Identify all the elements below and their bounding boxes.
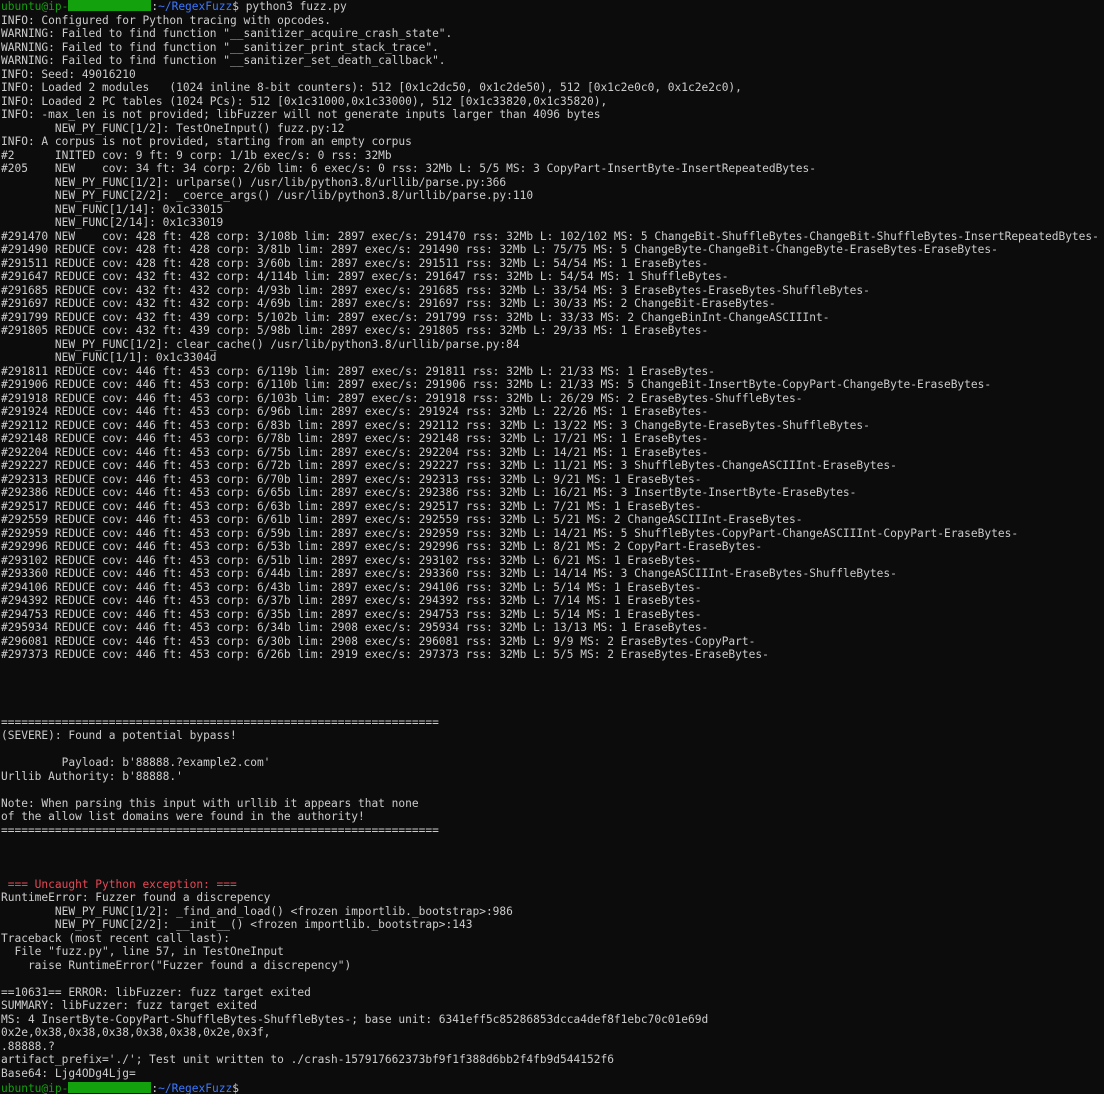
output-line: NEW_PY_FUNC[2/2]: __init__() <frozen imp…	[1, 918, 473, 931]
output-line: #292313 REDUCE cov: 446 ft: 453 corp: 6/…	[1, 472, 702, 486]
redacted-hostname	[68, 1082, 152, 1093]
output-line: WARNING: Failed to find function "__sani…	[1, 54, 446, 67]
output-line: ==10631== ERROR: libFuzzer: fuzz target …	[1, 985, 311, 999]
prompt-path: ~/RegexFuzz	[158, 0, 233, 13]
output-line: 0x2e,0x38,0x38,0x38,0x38,0x38,0x2e,0x3f,	[1, 1026, 271, 1039]
output-line: raise RuntimeError("Fuzzer found a discr…	[1, 958, 352, 972]
output-line: #292227 REDUCE cov: 446 ft: 453 corp: 6/…	[1, 459, 897, 472]
output-line: NEW_FUNC[1/1]: 0x1c3304d	[1, 351, 217, 364]
output-line: INFO: A corpus is not provided, starting…	[1, 135, 412, 148]
output-line: Payload: b'88888.?example2.com'	[1, 756, 271, 769]
prompt-user: ubuntu@ip-	[1, 1082, 69, 1094]
output-line: ========================================…	[1, 715, 439, 729]
output-line: #292959 REDUCE cov: 446 ft: 453 corp: 6/…	[1, 526, 1019, 540]
output-line: #292517 REDUCE cov: 446 ft: 453 corp: 6/…	[1, 499, 702, 513]
output-line: #293360 REDUCE cov: 446 ft: 453 corp: 6/…	[1, 567, 897, 580]
current-prompt[interactable]: ubuntu@ip-:~/RegexFuzz$	[1, 1080, 253, 1094]
output-line: NEW_PY_FUNC[1/2]: clear_cache() /usr/lib…	[1, 337, 520, 351]
output-line: Traceback (most recent call last):	[1, 931, 231, 945]
output-line: #292996 REDUCE cov: 446 ft: 453 corp: 6/…	[1, 540, 763, 553]
output-line: Base64: Ljg4ODg4Ljg=	[1, 1066, 136, 1080]
output-line: #205 NEW cov: 34 ft: 34 corp: 2/6b lim: …	[1, 162, 816, 175]
output-line: SUMMARY: libFuzzer: fuzz target exited	[1, 999, 257, 1012]
output-line: #291490 REDUCE cov: 428 ft: 428 corp: 3/…	[1, 243, 998, 256]
command-text: python3 fuzz.py	[245, 0, 347, 13]
output-line: INFO: Seed: 49016210	[1, 67, 136, 81]
output-line: INFO: Loaded 2 modules (1024 inline 8-bi…	[1, 81, 742, 94]
output-line: #291918 REDUCE cov: 446 ft: 453 corp: 6/…	[1, 391, 803, 405]
prompt-path: ~/RegexFuzz	[158, 1082, 233, 1094]
output-line: #291470 NEW cov: 428 ft: 428 corp: 3/108…	[1, 229, 1099, 243]
output-line: #291805 REDUCE cov: 432 ft: 439 corp: 5/…	[1, 324, 709, 337]
output-line: #291799 REDUCE cov: 432 ft: 439 corp: 5/…	[1, 310, 830, 324]
output-line: #292386 REDUCE cov: 446 ft: 453 corp: 6/…	[1, 486, 857, 499]
output-line: NEW_PY_FUNC[1/2]: _find_and_load() <froz…	[1, 904, 513, 918]
output-line: NEW_FUNC[2/14]: 0x1c33019	[1, 216, 224, 229]
output-line: NEW_PY_FUNC[1/2]: urlparse() /usr/lib/py…	[1, 175, 507, 189]
output-line: #291811 REDUCE cov: 446 ft: 453 corp: 6/…	[1, 364, 715, 378]
output-line: MS: 4 InsertByte-CopyPart-ShuffleBytes-S…	[1, 1012, 709, 1026]
output-line: #297373 REDUCE cov: 446 ft: 453 corp: 6/…	[1, 648, 769, 661]
output-line: INFO: Loaded 2 PC tables (1024 PCs): 512…	[1, 94, 608, 108]
output-line: #292112 REDUCE cov: 446 ft: 453 corp: 6/…	[1, 418, 870, 432]
text-cursor	[246, 1080, 253, 1092]
output-line: #2 INITED cov: 9 ft: 9 corp: 1/1b exec/s…	[1, 148, 392, 162]
output-line: ========================================…	[1, 823, 439, 837]
output-line: NEW_PY_FUNC[2/2]: _coerce_args() /usr/li…	[1, 189, 534, 202]
output-line: #294392 REDUCE cov: 446 ft: 453 corp: 6/…	[1, 594, 702, 607]
output-line: .88888.?	[1, 1039, 55, 1053]
output-line: #292559 REDUCE cov: 446 ft: 453 corp: 6/…	[1, 513, 803, 526]
output-line: #294753 REDUCE cov: 446 ft: 453 corp: 6/…	[1, 607, 702, 621]
output-line: Urllib Authority: b'88888.'	[1, 769, 183, 783]
output-line: WARNING: Failed to find function "__sani…	[1, 27, 453, 40]
output-line: #294106 REDUCE cov: 446 ft: 453 corp: 6/…	[1, 580, 702, 594]
output-line: of the allow list domains were found in …	[1, 810, 365, 823]
output-line: RuntimeError: Fuzzer found a discrepency	[1, 891, 271, 904]
redacted-hostname	[68, 0, 152, 11]
terminal-window[interactable]: ubuntu@ip-:~/RegexFuzz$ python3 fuzz.py …	[0, 0, 1104, 1094]
output-line: #296081 REDUCE cov: 446 ft: 453 corp: 6/…	[1, 634, 756, 648]
prompt-suffix: $	[232, 1082, 246, 1094]
output-line: #292148 REDUCE cov: 446 ft: 453 corp: 6/…	[1, 432, 709, 445]
output-line: INFO: Configured for Python tracing with…	[1, 13, 332, 27]
command-prompt: ubuntu@ip-:~/RegexFuzz$ python3 fuzz.py	[1, 0, 347, 14]
output-line: #291697 REDUCE cov: 432 ft: 432 corp: 4/…	[1, 297, 776, 310]
output-line: File "fuzz.py", line 57, in TestOneInput	[1, 945, 284, 958]
output-line: #291906 REDUCE cov: 446 ft: 453 corp: 6/…	[1, 378, 992, 391]
output-line: === Uncaught Python exception: ===	[1, 877, 237, 891]
output-line: INFO: -max_len is not provided; libFuzze…	[1, 108, 601, 121]
output-line: #291685 REDUCE cov: 432 ft: 432 corp: 4/…	[1, 283, 870, 297]
output-line: #292204 REDUCE cov: 446 ft: 453 corp: 6/…	[1, 445, 709, 459]
output-line: #293102 REDUCE cov: 446 ft: 453 corp: 6/…	[1, 553, 702, 567]
output-line: #291511 REDUCE cov: 428 ft: 428 corp: 3/…	[1, 256, 709, 270]
output-line: (SEVERE): Found a potential bypass!	[1, 729, 237, 742]
output-line: WARNING: Failed to find function "__sani…	[1, 40, 439, 54]
prompt-user: ubuntu@ip-	[1, 0, 69, 13]
prompt-suffix: $	[232, 0, 246, 13]
output-line: NEW_PY_FUNC[1/2]: TestOneInput() fuzz.py…	[1, 121, 345, 135]
output-line: artifact_prefix='./'; Test unit written …	[1, 1053, 614, 1066]
output-line: #295934 REDUCE cov: 446 ft: 453 corp: 6/…	[1, 621, 709, 634]
output-line: Note: When parsing this input with urlli…	[1, 796, 419, 810]
output-line: #291647 REDUCE cov: 432 ft: 432 corp: 4/…	[1, 270, 729, 283]
output-line: #291924 REDUCE cov: 446 ft: 453 corp: 6/…	[1, 405, 709, 418]
output-line: NEW_FUNC[1/14]: 0x1c33015	[1, 202, 224, 216]
